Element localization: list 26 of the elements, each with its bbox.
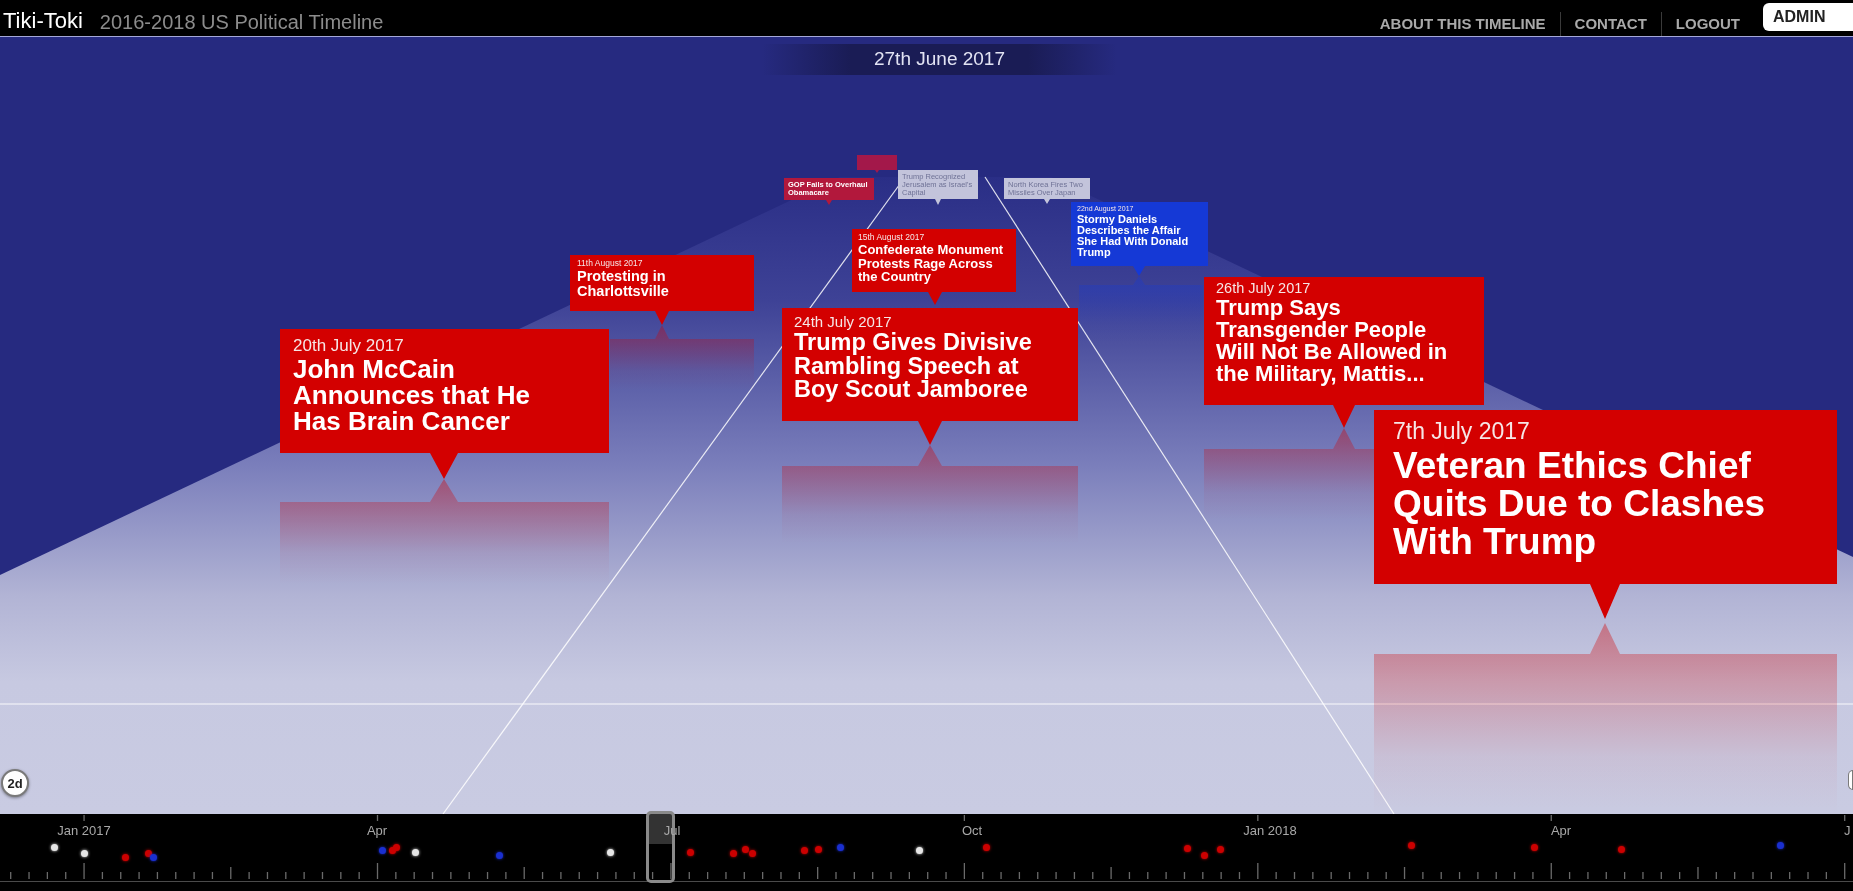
event-title: Veteran Ethics Chief Quits Due to Clashes With Trump bbox=[1393, 447, 1767, 561]
event-title: Trump Gives Divisive Rambling Speech at Boy Scout Jamboree bbox=[794, 331, 1033, 402]
timeline-label: Jan 2018 bbox=[1243, 824, 1297, 837]
account-button[interactable]: ADMIN bbox=[1763, 3, 1853, 31]
event-date: 26th July 2017 bbox=[1216, 280, 1311, 297]
nav-link[interactable]: CONTACT bbox=[1559, 12, 1661, 36]
event-title: Protesting in Charlottsville bbox=[577, 269, 670, 298]
nav-link[interactable]: LOGOUT bbox=[1660, 12, 1754, 36]
event-title: John McCain Announces that He Has Brain Cancer bbox=[293, 356, 531, 434]
timeline-title: 2016-2018 US Political Timeline bbox=[99, 12, 384, 32]
side-button[interactable] bbox=[1848, 770, 1853, 790]
event-card[interactable] bbox=[857, 155, 897, 173]
brand-name: Tiki-Toki bbox=[3, 10, 83, 32]
timeline-label: Jan 2017 bbox=[57, 824, 111, 837]
event-date: 20th July 2017 bbox=[293, 336, 404, 356]
timeline-label: J bbox=[1844, 824, 1851, 837]
timeline-label: Apr bbox=[1550, 824, 1572, 837]
event-date: 15th August 2017 bbox=[858, 232, 925, 242]
event-title: Trump Says Transgender People Will Not Be Allowed in the Military, Mattis... bbox=[1216, 297, 1449, 385]
nav-link[interactable]: ABOUT THIS TIMELINE bbox=[1365, 12, 1560, 36]
event-date: 24th July 2017 bbox=[794, 313, 892, 331]
event-title: Stormy Daniels Describes the Affair She Had With Donald Trump bbox=[1077, 214, 1190, 258]
event-date: 11th August 2017 bbox=[577, 258, 643, 268]
timeline-label: Apr bbox=[366, 824, 388, 837]
timeline-label: Oct bbox=[961, 824, 983, 837]
event-title: Confederate Monument Protests Rage Across the Country bbox=[858, 243, 1005, 284]
